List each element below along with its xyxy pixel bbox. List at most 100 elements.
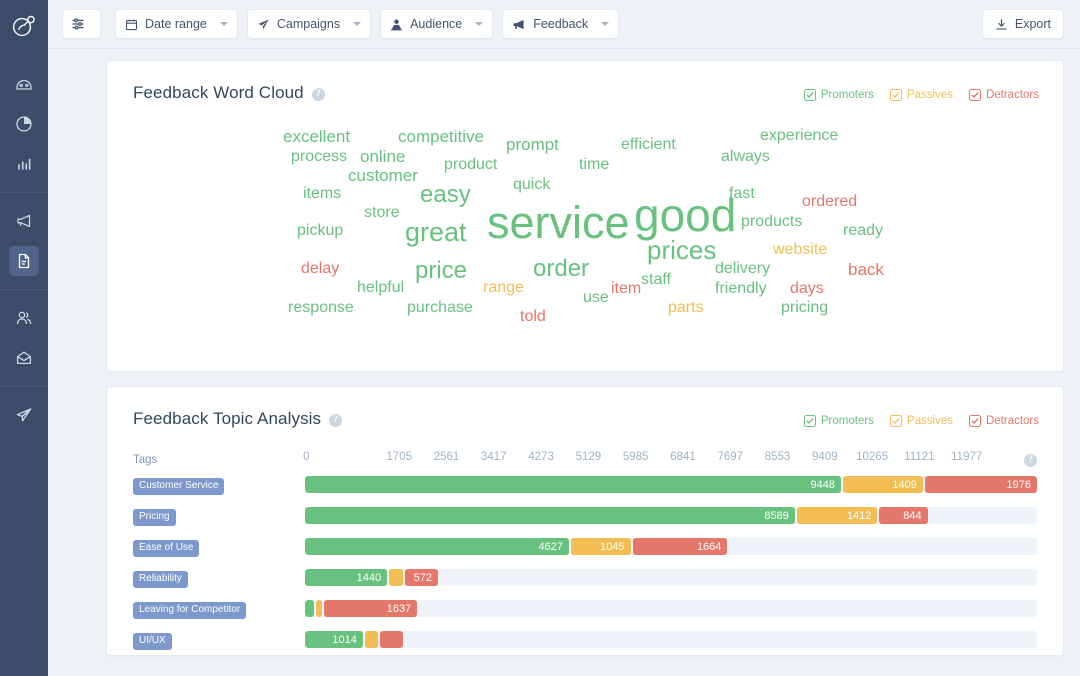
tag-chip[interactable]: Ease of Use [133, 539, 200, 557]
bar-segment-passive[interactable]: 1412 [796, 507, 878, 524]
audience-dropdown[interactable]: Audience [380, 9, 494, 39]
bar-segment-passive[interactable]: 1409 [842, 476, 923, 493]
cloud-word[interactable]: quick [513, 177, 550, 193]
feedback-dropdown[interactable]: Feedback [502, 9, 620, 39]
export-button[interactable]: Export [981, 9, 1064, 39]
cloud-word[interactable]: excellent [283, 128, 350, 145]
legend-passives[interactable]: Passives [889, 89, 953, 101]
sidebar-item-inbox[interactable] [9, 343, 39, 373]
help-icon[interactable]: ? [311, 88, 325, 101]
legend-passives[interactable]: Passives [889, 415, 953, 427]
cloud-word[interactable]: range [483, 280, 524, 296]
cloud-word[interactable]: told [520, 309, 546, 325]
cloud-word[interactable]: delivery [715, 261, 770, 277]
cloud-word[interactable]: items [303, 186, 341, 202]
sidebar-item-campaigns[interactable] [9, 206, 39, 236]
bar-segment-promoter[interactable]: 8589 [305, 507, 795, 524]
cloud-word[interactable]: easy [420, 183, 471, 207]
cloud-word[interactable]: great [405, 219, 467, 246]
bar-segment-detractor[interactable] [379, 631, 403, 648]
bar-segment-passive[interactable] [315, 600, 322, 617]
cloud-word[interactable]: back [848, 261, 884, 278]
bar-segment-passive[interactable] [389, 569, 404, 586]
calendar-icon [125, 18, 138, 31]
cloud-word[interactable]: pricing [781, 300, 828, 316]
help-icon[interactable]: ? [329, 414, 343, 427]
cloud-word[interactable]: process [291, 149, 347, 165]
bar-track: 8589 1412 844 [305, 507, 1037, 524]
bar-segment-promoter[interactable] [305, 600, 314, 617]
sidebar-item-analytics[interactable] [9, 149, 39, 179]
bar-segment-promoter[interactable]: 4627 [305, 538, 569, 555]
cloud-word[interactable]: friendly [715, 281, 767, 297]
cloud-word[interactable]: customer [348, 167, 418, 184]
legend-detractors[interactable]: Detractors [968, 415, 1039, 427]
cloud-word[interactable]: staff [641, 272, 671, 288]
legend-promoters-label: Promoters [820, 415, 874, 427]
cloud-word[interactable]: good [634, 192, 736, 238]
cloud-word[interactable]: experience [760, 128, 838, 144]
sidebar-item-dashboard[interactable] [9, 69, 39, 99]
bar-segment-detractor[interactable]: 1976 [924, 476, 1037, 493]
cloud-word[interactable]: ready [843, 223, 883, 239]
bar-segment-detractor[interactable]: 1664 [632, 538, 728, 555]
cloud-word[interactable]: parts [668, 300, 704, 316]
cloud-word[interactable]: store [364, 205, 400, 221]
legend-detractors[interactable]: Detractors [968, 89, 1039, 101]
help-icon[interactable]: ? [1024, 453, 1037, 467]
cloud-word[interactable]: prompt [506, 136, 559, 153]
bar-segment-passive[interactable] [364, 631, 378, 648]
campaigns-dropdown[interactable]: Campaigns [246, 9, 372, 39]
legend-promoters[interactable]: Promoters [803, 415, 874, 427]
cloud-word[interactable]: online [360, 148, 405, 165]
cloud-word[interactable]: ordered [802, 194, 857, 210]
cloud-word[interactable]: products [741, 214, 802, 230]
cloud-word[interactable]: price [415, 259, 467, 283]
tag-chip[interactable]: Leaving for Competitor [133, 601, 247, 619]
app-logo[interactable] [0, 0, 48, 50]
filters-button[interactable] [62, 9, 101, 39]
sidebar-item-documents[interactable] [9, 246, 39, 276]
bar-segment-promoter[interactable]: 1014 [305, 631, 363, 648]
bar-segment-detractor[interactable]: 572 [405, 569, 438, 586]
axis-tick: 11121 [904, 451, 935, 463]
sidebar-item-contacts[interactable] [9, 303, 39, 333]
bar-segment-promoter[interactable]: 1440 [305, 569, 388, 586]
cloud-word[interactable]: use [583, 290, 609, 306]
cloud-word[interactable]: always [721, 149, 770, 165]
legend-detractors-label: Detractors [985, 89, 1039, 101]
cloud-word[interactable]: service [487, 200, 630, 245]
sliders-icon [71, 17, 85, 31]
cloud-word[interactable]: website [773, 242, 827, 258]
tag-chip[interactable]: Pricing [133, 508, 176, 526]
cloud-word[interactable]: order [533, 257, 589, 281]
sidebar-item-reports[interactable] [9, 109, 39, 139]
tag-chip[interactable]: UI/UX [133, 632, 172, 650]
tag-chip[interactable]: Customer Service [133, 477, 225, 495]
legend-promoters[interactable]: Promoters [803, 89, 874, 101]
cloud-word[interactable]: pickup [297, 223, 343, 239]
bar-segment-detractor[interactable]: 844 [879, 507, 928, 524]
axis-tick: 6841 [670, 451, 696, 463]
bar-segment-promoter[interactable]: 9448 [305, 476, 841, 493]
cloud-word[interactable]: item [611, 281, 641, 297]
cloud-word[interactable]: efficient [621, 137, 676, 153]
sidebar-item-send[interactable] [9, 400, 39, 430]
bar-segment-passive[interactable]: 1045 [570, 538, 631, 555]
tag-chip[interactable]: Reliability [133, 570, 188, 588]
cloud-word[interactable]: prices [647, 237, 716, 263]
axis-tick: 1705 [386, 451, 412, 463]
cloud-word[interactable]: time [579, 157, 609, 173]
date-range-dropdown[interactable]: Date range [115, 9, 238, 39]
cloud-word[interactable]: purchase [407, 300, 473, 316]
cloud-word[interactable]: helpful [357, 280, 404, 296]
cloud-word[interactable]: delay [301, 261, 339, 277]
checkbox-checked-icon [889, 89, 902, 101]
cloud-word[interactable]: days [790, 281, 824, 297]
bar-segment-detractor[interactable]: 1637 [323, 600, 418, 617]
cloud-word[interactable]: competitive [398, 128, 484, 145]
cloud-word[interactable]: product [444, 157, 497, 173]
chevron-down-icon [353, 22, 362, 26]
word-cloud-legend: Promoters Passives Detractors [803, 89, 1039, 101]
cloud-word[interactable]: response [288, 300, 354, 316]
